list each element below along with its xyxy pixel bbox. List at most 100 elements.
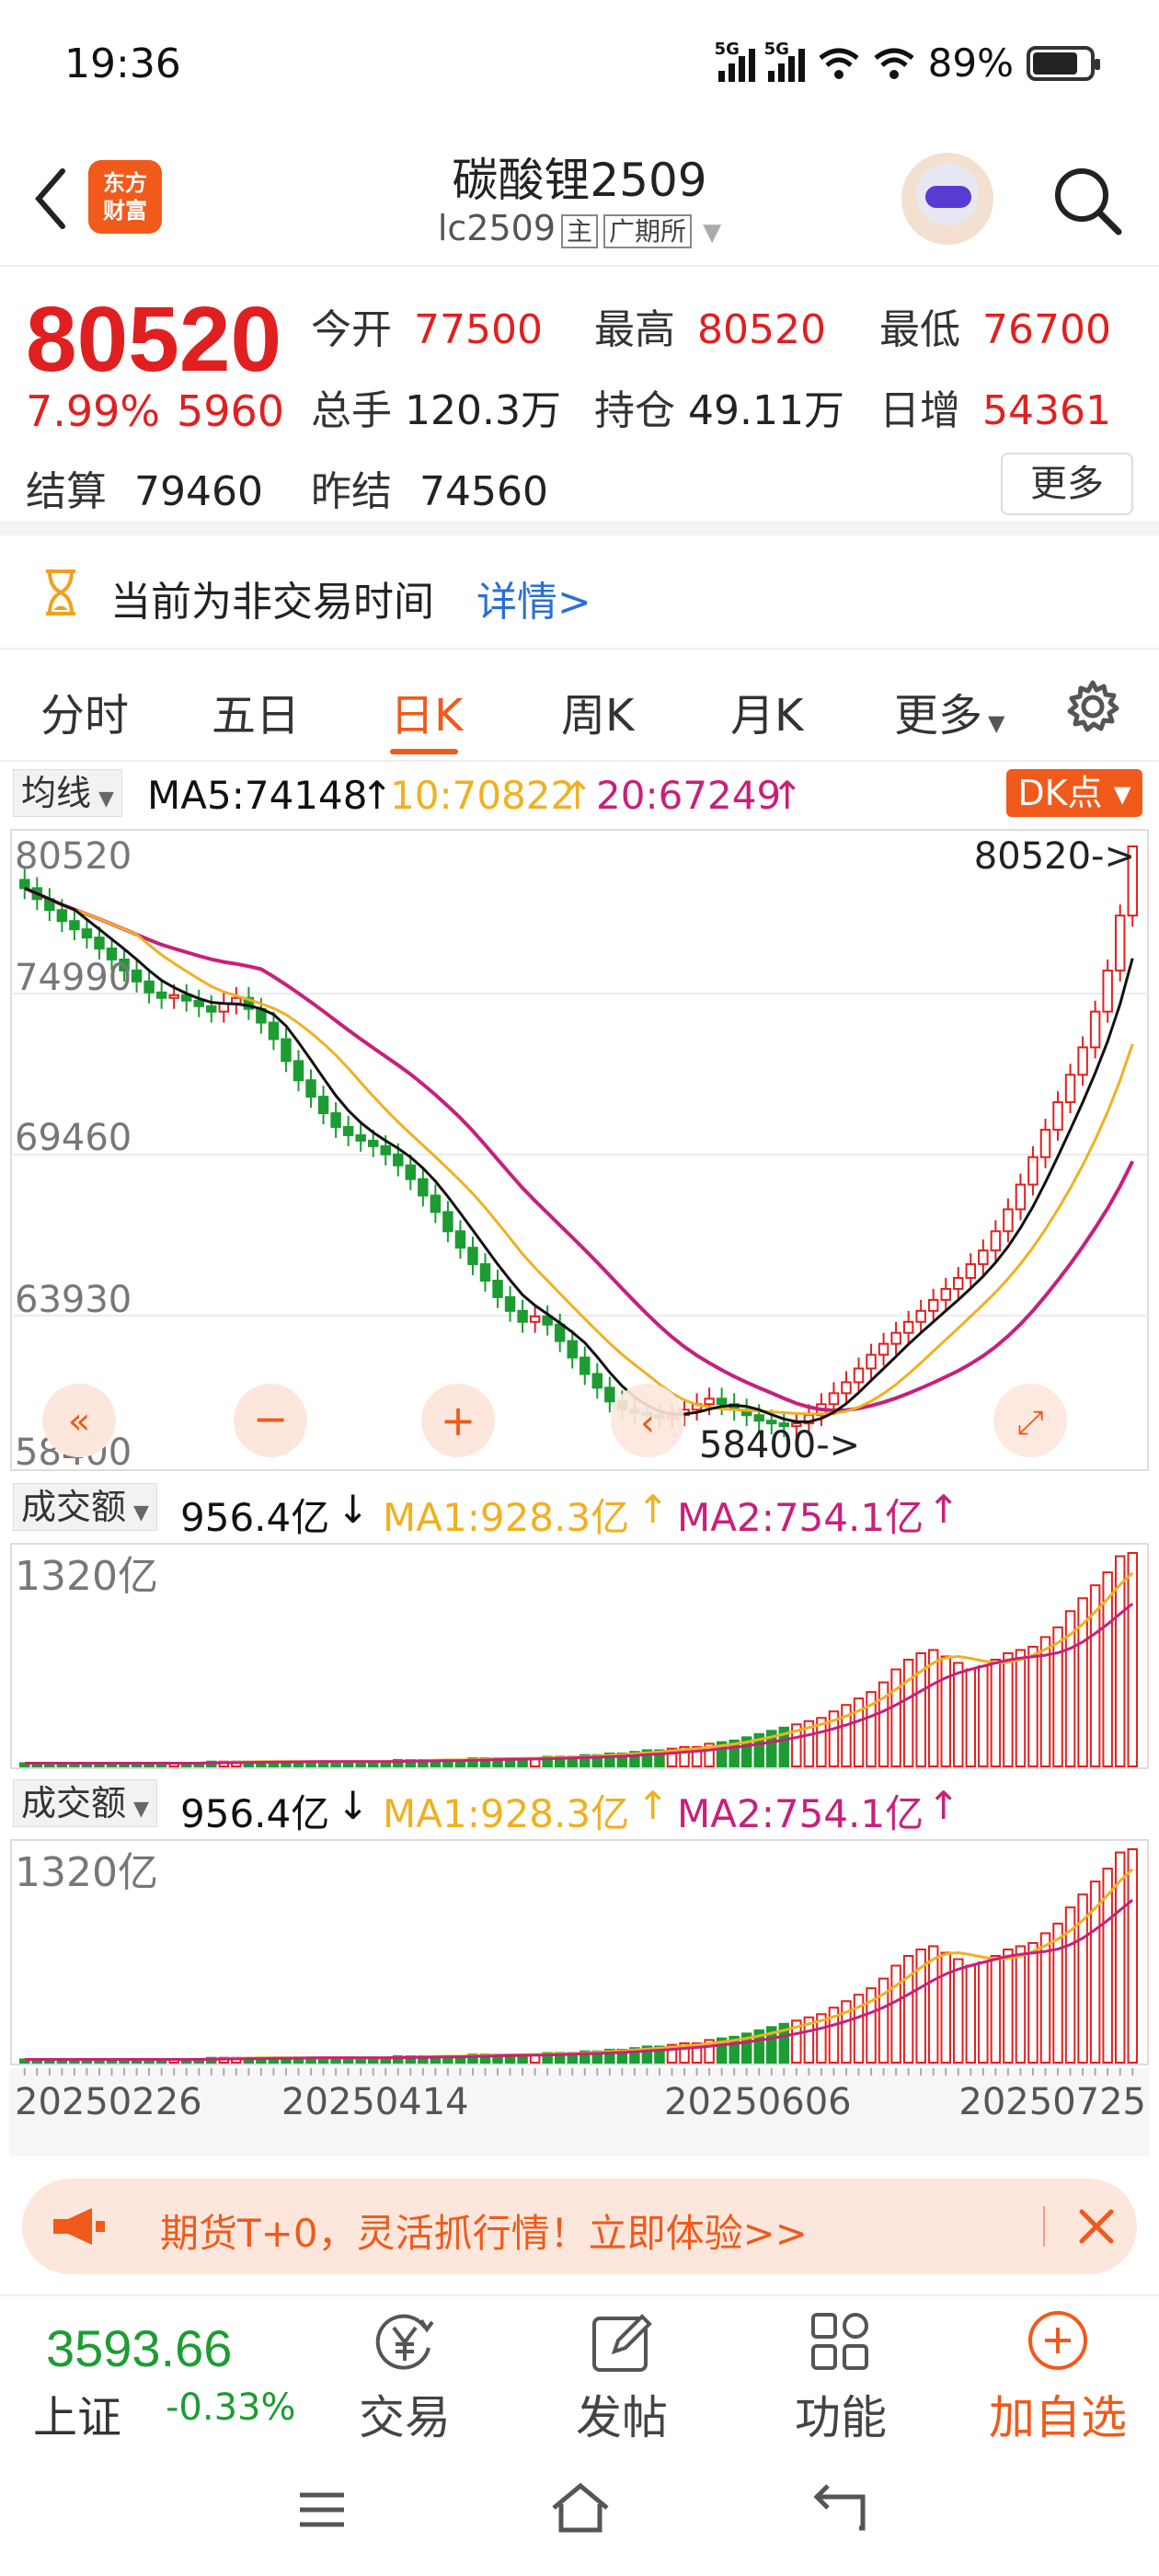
volume-bar: [978, 1665, 989, 1767]
details-link[interactable]: 详情>: [476, 569, 591, 627]
candle: [281, 1038, 292, 1063]
candle: [418, 1178, 429, 1197]
wifi-icon-2: [874, 48, 914, 79]
scroll-left-icon[interactable]: «: [68, 1400, 90, 1443]
candle: [567, 1340, 578, 1359]
candle: [953, 1277, 964, 1290]
volume-bar: [990, 1955, 1002, 2064]
contract-code-text: lc2509: [437, 208, 557, 248]
candle: [554, 1323, 566, 1342]
more-button[interactable]: 更多: [1001, 453, 1133, 515]
wifi-icon: [819, 48, 859, 79]
ma10-label: 10:70822: [390, 773, 576, 818]
dk-point-button[interactable]: DK点 ▾: [1006, 769, 1142, 817]
promo-banner[interactable]: 期货T+0，灵活抓行情！立即体验>>: [22, 2179, 1137, 2274]
assistant-robot-icon[interactable]: [901, 153, 993, 245]
volume-axis-top-1: 1320亿: [15, 1553, 158, 1600]
tab-weekly-k[interactable]: 周K: [561, 679, 634, 743]
volume-chart-2[interactable]: 1320亿: [9, 1838, 1150, 2066]
tab-more[interactable]: 更多 ▼: [894, 679, 1004, 743]
candle: [591, 1373, 603, 1389]
prev-settle-field: 昨结 74560: [311, 468, 548, 515]
fullscreen-icon[interactable]: ⤢: [1017, 1404, 1044, 1442]
volume-ma2-arrow-1: ↑: [927, 1487, 960, 1532]
candle: [716, 1397, 728, 1406]
ma-selector[interactable]: 均线 ▼: [13, 769, 122, 817]
tab-intraday[interactable]: 分时: [40, 679, 129, 743]
candle: [1064, 1074, 1076, 1104]
candle: [828, 1392, 840, 1406]
candle: [1114, 914, 1126, 972]
kline-chart[interactable]: 80520 74990 69460 63930 58400 80520-> 58…: [9, 828, 1150, 1472]
post-button[interactable]: 发帖: [548, 2309, 695, 2447]
ma5-label: MA5:74148: [147, 773, 368, 818]
status-bar: 19:36 5G 5G 89%: [0, 0, 1159, 138]
candle: [990, 1230, 1002, 1252]
candle: [753, 1414, 764, 1422]
volume-bar: [1127, 1552, 1138, 1767]
back-nav-icon[interactable]: [809, 2480, 870, 2537]
volume-bar: [978, 1961, 989, 2064]
volume-bar: [1003, 1948, 1014, 2064]
candle: [504, 1295, 516, 1312]
candle: [853, 1367, 865, 1384]
plus-circle-icon: [1028, 2311, 1087, 2370]
grid-apps-icon: [811, 2313, 868, 2370]
ma-legend-row: 均线 ▼ MA5:74148 ↑ 10:70822 ↑ 20:67249 ↑ DK…: [0, 769, 1159, 818]
volume-bar: [1003, 1651, 1014, 1767]
menu-icon[interactable]: [294, 2482, 350, 2537]
last-price: 80520: [26, 288, 282, 391]
candle: [915, 1309, 926, 1323]
search-icon[interactable]: [1049, 162, 1126, 239]
volume-arrow-1: ↓: [337, 1487, 370, 1532]
date-label-3: 20250606: [664, 2081, 852, 2123]
high-field: 最高 80520: [594, 306, 826, 353]
candle: [841, 1381, 852, 1395]
open-field: 今开 77500: [311, 306, 543, 353]
candle: [367, 1139, 379, 1147]
date-label-1: 20250226: [15, 2081, 202, 2123]
candle: [380, 1144, 391, 1156]
candle: [56, 909, 68, 923]
candle: [704, 1397, 715, 1406]
hourglass-icon: [46, 569, 75, 615]
volume-bar: [890, 1964, 901, 2064]
zoom-in-icon[interactable]: +: [441, 1396, 476, 1445]
close-icon[interactable]: [1071, 2201, 1122, 2252]
candle: [168, 994, 179, 999]
volume-ma1-arrow-2: ↑: [637, 1783, 670, 1828]
home-icon[interactable]: [548, 2478, 613, 2539]
candle: [902, 1320, 914, 1334]
zoom-out-icon[interactable]: −: [253, 1394, 289, 1443]
volume-bar: [1052, 1922, 1063, 2064]
candle: [479, 1263, 491, 1282]
signal-icon-2: 5G: [764, 40, 805, 82]
candle: [19, 879, 30, 890]
ma20-label: 20:67249: [596, 773, 782, 818]
ma10-arrow: ↑: [561, 773, 594, 818]
candle: [393, 1153, 404, 1167]
gear-icon[interactable]: [1063, 677, 1122, 736]
signal-icon: 5G: [715, 40, 755, 82]
functions-button[interactable]: 功能: [767, 2309, 914, 2447]
candle: [927, 1298, 939, 1312]
volume-ma1-2: MA1:928.3亿: [383, 1791, 630, 1836]
trade-button[interactable]: 交易: [331, 2309, 478, 2447]
tab-monthly-k[interactable]: 月K: [730, 679, 803, 743]
volume-bar: [940, 1951, 951, 2064]
volume-chart-1[interactable]: 1320亿: [9, 1542, 1150, 1770]
step-left-icon[interactable]: ‹: [640, 1402, 655, 1444]
volume-selector-1[interactable]: 成交额 ▼: [13, 1483, 157, 1531]
quote-panel: 80520 7.99% 5960 今开 77500 最高 80520 最低 76700…: [0, 269, 1159, 535]
volume-selector-2[interactable]: 成交额 ▼: [13, 1779, 157, 1827]
volume-axis-top-2: 1320亿: [15, 1849, 158, 1896]
date-label-4: 20250725: [958, 2081, 1146, 2123]
ma20-arrow: ↑: [771, 773, 804, 818]
tab-daily-k[interactable]: 日K: [390, 679, 463, 743]
tab-five-day[interactable]: 五日: [212, 679, 300, 743]
promo-text: 期货T+0，灵活抓行情！立即体验>>: [160, 2211, 808, 2256]
battery-icon: [1027, 45, 1100, 81]
y-tick-2: 74990: [15, 957, 132, 999]
candle: [155, 991, 167, 999]
add-watchlist-button[interactable]: 加自选: [984, 2309, 1131, 2447]
